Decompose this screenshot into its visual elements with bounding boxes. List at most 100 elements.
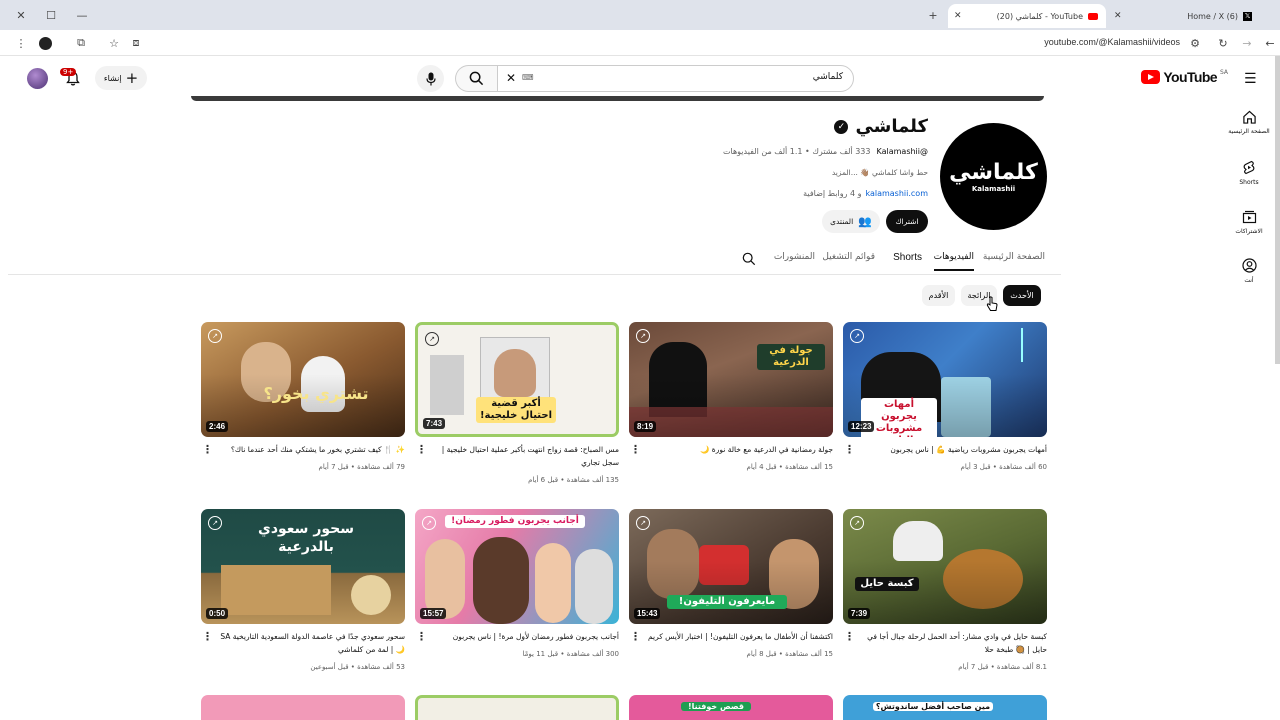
scrollbar[interactable] — [1275, 56, 1280, 364]
tab-youtube[interactable]: YouTube - كلماشي (20) ✕ — [948, 4, 1106, 28]
video-title[interactable]: جولة رمضانية في الدرعية مع خالة نورة 🌙 — [641, 443, 833, 456]
video-thumbnail[interactable]: ↗ جولة في الدرعية 8:19 — [629, 322, 833, 437]
tab-x[interactable]: 𝕏 (6) Home / X ✕ — [1110, 4, 1260, 28]
more-options-icon[interactable]: ⋮ — [202, 631, 213, 644]
tab-videos[interactable]: الفيديوهات — [933, 252, 974, 271]
video-thumbnail[interactable]: ↗ أمهات يجربون مشروبات الناس 12:23 — [843, 322, 1047, 437]
sidebar-item-subscriptions[interactable]: الاشتراكات — [1226, 209, 1272, 235]
video-card[interactable]: ↗ تشتري بخور؟ 2:46 ✨ 🍴 كيف تشتري بخور ما… — [201, 322, 405, 471]
video-card[interactable]: ↗ سحور سعودي بالدرعية 0:50 سحور سعودي جد… — [201, 509, 405, 671]
video-thumbnail[interactable]: ↗ سحور سعودي بالدرعية 0:50 — [201, 509, 405, 624]
video-meta: 53 ألف مشاهدة • قبل أسبوعين — [310, 663, 405, 671]
video-thumbnail[interactable]: مين صاحب أفضل ساندوتش؟ — [843, 695, 1047, 720]
profile-icon[interactable] — [36, 34, 54, 52]
bookmark-star-icon[interactable]: ☆ — [105, 34, 123, 52]
more-options-icon[interactable]: ⋮ — [630, 631, 641, 644]
channel-description[interactable]: حط واشا كلماشي 👋🏽 ...المزيد — [832, 168, 928, 177]
notifications-button[interactable]: 9+ — [60, 68, 82, 88]
thumbnail-text: كبسة حايل — [855, 577, 919, 591]
video-title[interactable]: كبسة حايل في وادي مشار: أحد الحمل لرحلة … — [855, 630, 1047, 656]
sidebar-item-you[interactable]: أنت — [1226, 258, 1272, 284]
community-button[interactable]: 👥 المنتدى — [822, 210, 880, 233]
more-options-icon[interactable]: ⋮ — [202, 444, 213, 457]
video-title[interactable]: اكتشفنا أن الأطفال ما يعرفون التليفون! |… — [641, 630, 833, 643]
video-title[interactable]: سحور سعودي جدًا في عاصمة الدولة السعودية… — [213, 630, 405, 656]
sidebar-item-shorts[interactable]: Shorts — [1226, 160, 1272, 186]
thumbnail-text: أجانب يجربون فطور رمضان! — [445, 515, 585, 528]
channel-meta: @Kalamashii 333 ألف مشترك • 1.1 ألف من ا… — [723, 147, 928, 156]
search-input[interactable]: كلماشي ✕ ⌨ — [497, 65, 854, 92]
video-card[interactable]: ↗ أجانب يجربون فطور رمضان! 15:57 أجانب ي… — [415, 509, 619, 658]
video-title[interactable]: أمهات يجربون مشروبات رياضية 💪 | ناس يجرب… — [855, 443, 1047, 456]
channel-link-suffix[interactable]: و 4 روابط إضافية — [803, 189, 861, 198]
youtube-logo[interactable]: YouTube SA — [1141, 69, 1228, 85]
video-thumbnail[interactable]: ↗ مايعرفون التليفون! 15:43 — [629, 509, 833, 624]
thumbnail-text: تشتري بخور؟ — [263, 384, 369, 403]
close-tab-icon[interactable]: ✕ — [954, 11, 962, 21]
tab-shorts[interactable]: Shorts — [893, 252, 922, 263]
maximize-icon[interactable]: ☐ — [42, 6, 60, 24]
back-icon[interactable]: ← — [1261, 34, 1279, 52]
menu-dots-icon[interactable]: ⋮ — [12, 34, 30, 52]
video-title[interactable]: ✨ 🍴 كيف تشتري بخور ما يشتكي منك أحد عندم… — [213, 443, 405, 456]
channel-stats: 333 ألف مشترك • 1.1 ألف من الفيديوهات — [722, 147, 871, 156]
logo-text: YouTube — [1163, 69, 1217, 85]
video-card[interactable]: ↗ أمهات يجربون مشروبات الناس 12:23 أمهات… — [843, 322, 1047, 471]
video-thumbnail[interactable] — [415, 695, 619, 720]
channel-avatar[interactable]: كلماشي Kalamashii — [940, 123, 1047, 230]
tab-posts[interactable]: المنشورات — [774, 252, 815, 262]
hamburger-menu-icon[interactable]: ☰ — [1244, 71, 1257, 87]
video-thumbnail[interactable] — [201, 695, 405, 720]
video-card[interactable]: ↗ جولة في الدرعية 8:19 جولة رمضانية في ا… — [629, 322, 833, 471]
video-card[interactable]: ↗ كبسة حايل 7:39 كبسة حايل في وادي مشار:… — [843, 509, 1047, 671]
thumbnail-text: أكبر قضية احتيال خليجية! — [476, 397, 556, 423]
thumbnail-text: جولة في الدرعية — [757, 344, 825, 370]
video-title[interactable]: مس الصباح: قصة زواج انتهت بأكبر عملية اح… — [427, 443, 619, 469]
sidebar-item-home[interactable]: الصفحة الرئيسية — [1226, 110, 1272, 135]
channel-search-icon[interactable] — [742, 252, 756, 266]
voice-search-button[interactable] — [417, 65, 444, 92]
site-settings-icon[interactable]: ⚙ — [1186, 34, 1204, 52]
create-button[interactable]: + إنشاء — [95, 66, 147, 90]
chip-oldest[interactable]: الأقدم — [922, 285, 955, 306]
tab-playlists[interactable]: قوائم التشغيل — [822, 252, 875, 262]
more-options-icon[interactable]: ⋮ — [844, 444, 855, 457]
reload-icon[interactable]: ↻ — [1214, 34, 1232, 52]
keyboard-icon[interactable]: ⌨ — [522, 73, 534, 82]
more-options-icon[interactable]: ⋮ — [416, 444, 427, 457]
more-options-icon[interactable]: ⋮ — [416, 631, 427, 644]
new-tab-icon[interactable]: + — [924, 6, 942, 24]
video-card[interactable]: ↗ أكبر قضية احتيال خليجية! 7:43 مس الصبا… — [415, 322, 619, 484]
sidebar-item-label: الاشتراكات — [1235, 228, 1263, 235]
chip-latest[interactable]: الأحدث — [1003, 285, 1041, 306]
video-card[interactable]: ↗ مايعرفون التليفون! 15:43 اكتشفنا أن ال… — [629, 509, 833, 658]
minimize-icon[interactable]: — — [73, 6, 91, 24]
video-thumbnail[interactable]: ↗ كبسة حايل 7:39 — [843, 509, 1047, 624]
channel-link[interactable]: kalamashii.com — [865, 189, 928, 198]
url-text[interactable]: youtube.com/@Kalamashii/videos — [1044, 37, 1180, 47]
video-thumbnail[interactable]: قصص خوفتنا! — [629, 695, 833, 720]
microphone-icon — [425, 72, 436, 85]
sidebar-item-label: أنت — [1244, 277, 1254, 284]
tab-home[interactable]: الصفحة الرئيسية — [983, 252, 1045, 262]
close-tab-icon[interactable]: ✕ — [1114, 11, 1122, 21]
video-title[interactable]: أجانب يجربون فطور رمضان لأول مرة! | ناس … — [427, 630, 619, 643]
video-thumbnail[interactable]: ↗ أكبر قضية احتيال خليجية! 7:43 — [415, 322, 619, 437]
channel-name: كلماشي — [855, 116, 928, 137]
video-thumbnail[interactable]: ↗ تشتري بخور؟ 2:46 — [201, 322, 405, 437]
extensions-icon[interactable]: ⧉ — [72, 34, 90, 52]
close-window-icon[interactable]: ✕ — [12, 6, 30, 24]
mouse-cursor-icon — [986, 296, 998, 311]
community-label: المنتدى — [830, 217, 854, 226]
subscribe-button[interactable]: اشتراك — [886, 210, 928, 233]
account-avatar[interactable] — [27, 68, 48, 89]
more-options-icon[interactable]: ⋮ — [630, 444, 641, 457]
install-app-icon[interactable]: ⧈ — [127, 34, 145, 52]
youtube-favicon-icon — [1088, 12, 1098, 20]
more-options-icon[interactable]: ⋮ — [844, 631, 855, 644]
video-thumbnail[interactable]: ↗ أجانب يجربون فطور رمضان! 15:57 — [415, 509, 619, 624]
search-button[interactable] — [455, 65, 497, 92]
forward-icon[interactable]: → — [1238, 34, 1256, 52]
video-meta: 15 ألف مشاهدة • قبل 8 أيام — [746, 650, 833, 658]
clear-search-icon[interactable]: ✕ — [506, 71, 516, 85]
